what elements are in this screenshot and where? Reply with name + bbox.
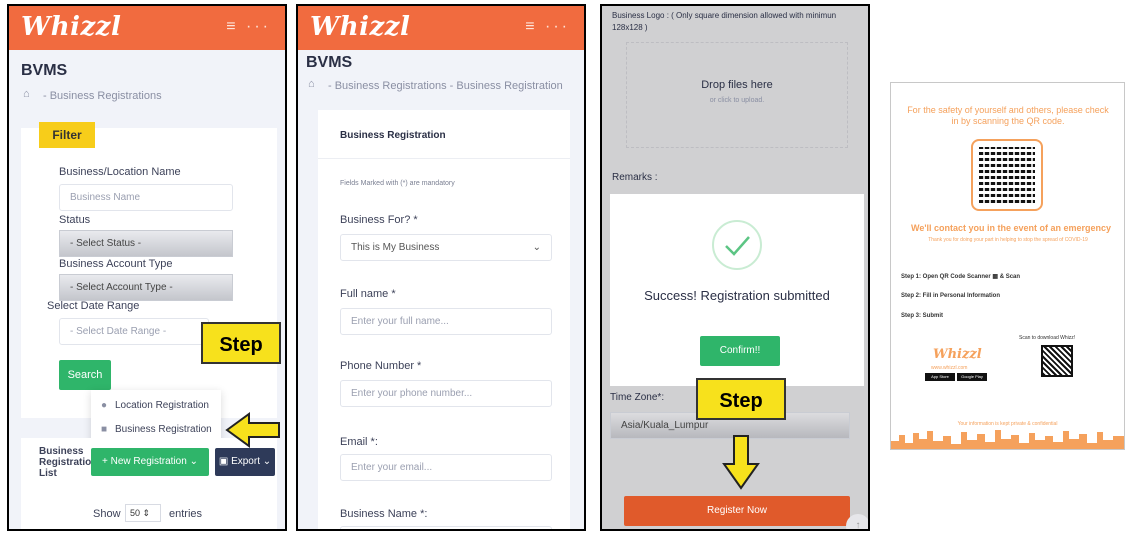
- app-store-badge: App Store: [925, 373, 955, 381]
- brand-logo: Whizzl: [21, 12, 122, 42]
- menu-item-business-registration[interactable]: Business Registration: [115, 424, 212, 435]
- page-title: BVMS: [306, 54, 353, 71]
- success-modal: Success! Registration submitted Confirm!…: [610, 194, 864, 386]
- step-callout: Step: [696, 378, 786, 420]
- filter-card: Filter Business/Location Name Business N…: [21, 122, 277, 418]
- list-card: Business Registration List + New Registr…: [21, 438, 277, 529]
- poster-step3: Step 3: Submit: [901, 313, 944, 319]
- google-play-badge: Google Play: [957, 373, 987, 381]
- poster-logo: Whizzl: [933, 347, 982, 362]
- home-icon[interactable]: ⌂: [308, 78, 315, 90]
- success-message: Success! Registration submitted: [644, 288, 830, 303]
- search-button[interactable]: Search: [59, 360, 111, 390]
- thanks-line: Thank you for doing your part in helping…: [928, 237, 1088, 243]
- app-header: Whizzl ≡ ···: [9, 6, 285, 50]
- poster-step1-scan: & Scan: [999, 274, 1021, 280]
- scroll-top-icon[interactable]: ↑: [846, 514, 868, 529]
- down-arrow-icon: [722, 435, 760, 490]
- form-card: Business Registration Fields Marked with…: [318, 110, 570, 529]
- business-name-label: Business Name *:: [340, 508, 428, 520]
- business-name-label: Business/Location Name: [59, 166, 181, 178]
- form-title: Business Registration: [340, 130, 446, 141]
- entries-select[interactable]: 50 ⇕: [125, 504, 161, 522]
- qr-code: [971, 139, 1043, 211]
- phone-label: Phone Number *: [340, 360, 422, 372]
- poster-site: www.whizzl.com: [931, 365, 968, 371]
- qr-poster: For the safety of yourself and others, p…: [890, 82, 1125, 450]
- confirm-button[interactable]: Confirm!!: [700, 336, 780, 366]
- success-check-icon: [712, 220, 762, 270]
- date-range-label: Select Date Range: [47, 300, 140, 312]
- home-icon[interactable]: ⌂: [23, 88, 30, 100]
- export-button[interactable]: ▣ Export ⌄: [215, 448, 275, 476]
- new-registration-button[interactable]: + New Registration ⌄: [91, 448, 209, 476]
- phone-input[interactable]: Enter your phone number...: [340, 380, 552, 407]
- brand-logo: Whizzl: [310, 12, 411, 42]
- panel-registration-success: Business Logo : ( Only square dimension …: [600, 4, 870, 531]
- fullname-label: Full name *: [340, 288, 396, 300]
- email-label: Email *:: [340, 436, 378, 448]
- email-input[interactable]: Enter your email...: [340, 454, 552, 481]
- dropzone-subtitle: or click to upload.: [709, 97, 765, 104]
- location-pin-icon: ●: [101, 400, 108, 411]
- menu-item-location-registration[interactable]: Location Registration: [115, 400, 209, 411]
- download-label: Scan to download Whizz!: [1019, 335, 1076, 341]
- left-arrow-icon: [225, 412, 280, 448]
- account-type-select[interactable]: - Select Account Type -: [59, 274, 233, 301]
- business-for-select[interactable]: This is My Business ⌄: [340, 234, 552, 261]
- breadcrumb: - Business Registrations: [43, 90, 162, 102]
- business-name-input[interactable]: [340, 526, 552, 529]
- contact-line: We'll contact you in the event of an eme…: [910, 223, 1112, 233]
- menu-icon[interactable]: ≡ ···: [226, 18, 271, 36]
- panel-registration-list: Whizzl ≡ ··· BVMS ⌂ - Business Registrat…: [7, 4, 287, 531]
- remarks-label: Remarks :: [612, 172, 658, 183]
- poster-headline: For the safety of yourself and others, p…: [907, 105, 1109, 126]
- business-name-input[interactable]: Business Name: [59, 184, 233, 211]
- poster-step1: Step 1: Open QR Code Scanner ▦ & Scan: [901, 274, 1021, 280]
- fullname-input[interactable]: Enter your full name...: [340, 308, 552, 335]
- dropzone-title: Drop files here: [701, 79, 773, 91]
- business-logo-label: Business Logo : ( Only square dimension …: [612, 11, 837, 32]
- new-registration-label: New Registration: [110, 456, 187, 467]
- status-select[interactable]: - Select Status -: [59, 230, 233, 257]
- filter-badge: Filter: [39, 122, 95, 148]
- list-title: Business Registration List: [39, 446, 98, 479]
- entries-value: 50: [130, 508, 141, 518]
- export-label: Export: [231, 456, 260, 467]
- show-label: Show: [93, 508, 121, 520]
- chevron-down-icon: ⌄: [532, 242, 541, 253]
- page-title: BVMS: [21, 62, 68, 79]
- step-callout: Step: [201, 322, 281, 364]
- breadcrumb: - Business Registrations - Business Regi…: [328, 80, 563, 92]
- poster-step1-text: Step 1: Open QR Code Scanner: [901, 274, 991, 280]
- business-for-label: Business For? *: [340, 214, 418, 226]
- timezone-label: Time Zone*:: [610, 392, 665, 403]
- mandatory-note: Fields Marked with (*) are mandatory: [340, 180, 455, 187]
- poster-step2: Step 2: Fill in Personal Information: [901, 293, 1001, 299]
- entries-label: entries: [169, 508, 203, 520]
- status-label: Status: [59, 214, 91, 226]
- register-now-button[interactable]: Register Now: [624, 496, 850, 526]
- skyline-decoration: [891, 430, 1124, 449]
- dropzone[interactable]: Drop files here or click to upload.: [626, 42, 848, 148]
- app-header: Whizzl ≡ ···: [298, 6, 584, 50]
- menu-icon[interactable]: ≡ ···: [525, 18, 570, 36]
- panel-registration-form: Whizzl ≡ ··· BVMS ⌂ - Business Registrat…: [296, 4, 586, 531]
- account-type-label: Business Account Type: [59, 258, 173, 270]
- briefcase-icon: ■: [101, 424, 108, 435]
- date-range-input[interactable]: - Select Date Range -: [59, 318, 209, 345]
- business-for-value: This is My Business: [351, 242, 440, 253]
- download-qr-code: [1041, 345, 1073, 377]
